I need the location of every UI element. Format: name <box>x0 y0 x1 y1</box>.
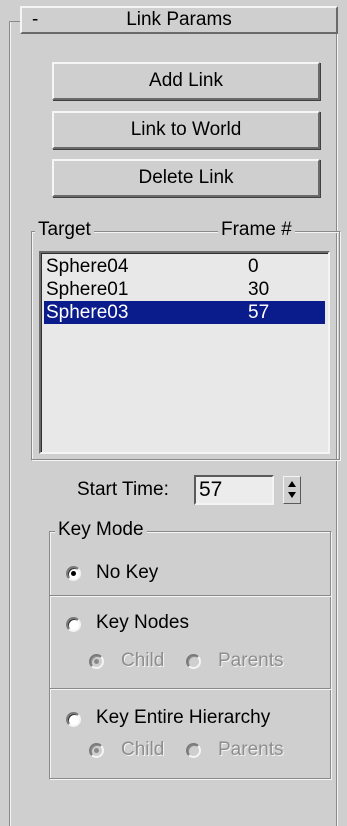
target-column-header: Target <box>35 219 94 241</box>
key-mode-title: Key Mode <box>55 519 147 541</box>
key-nodes-child-radio[interactable] <box>89 654 104 669</box>
key-mode-divider <box>50 688 331 690</box>
start-time-input[interactable]: 57 <box>194 475 274 505</box>
frame-column-header: Frame # <box>218 219 295 241</box>
radio-selected-dot <box>94 748 99 753</box>
key-nodes-parents-radio[interactable] <box>186 654 201 669</box>
link-to-world-button[interactable]: Link to World <box>52 111 320 149</box>
rollout-title: Link Params <box>126 9 232 30</box>
list-item-target: Sphere04 <box>46 256 129 277</box>
key-entire-hierarchy-radio[interactable] <box>66 712 81 727</box>
hierarchy-parents-label: Parents <box>218 739 284 760</box>
delete-link-button[interactable]: Delete Link <box>52 159 320 197</box>
radio-selected-dot <box>94 659 99 664</box>
key-nodes-parents-label: Parents <box>218 650 284 671</box>
list-item-target: Sphere01 <box>46 279 129 300</box>
key-mode-divider <box>50 595 331 597</box>
link-list[interactable]: Sphere04 0 Sphere01 30 Sphere03 57 <box>39 251 330 454</box>
hierarchy-parents-radio[interactable] <box>186 743 201 758</box>
hierarchy-child-label: Child <box>121 739 165 760</box>
list-item-selected[interactable]: Sphere03 57 <box>44 301 325 324</box>
key-nodes-child-label: Child <box>121 650 165 671</box>
spinner-up-icon <box>288 481 296 487</box>
list-item-target: Sphere03 <box>46 302 129 323</box>
list-item-frame: 57 <box>248 302 270 323</box>
rollout-border-left <box>9 22 11 826</box>
list-item-frame: 0 <box>248 256 259 277</box>
key-nodes-radio[interactable] <box>66 617 81 632</box>
add-link-button[interactable]: Add Link <box>52 62 320 100</box>
hierarchy-child-radio[interactable] <box>89 743 104 758</box>
key-entire-hierarchy-label: Key Entire Hierarchy <box>96 707 271 728</box>
start-time-label: Start Time: <box>77 479 169 500</box>
no-key-label: No Key <box>96 562 159 583</box>
key-nodes-label: Key Nodes <box>96 612 189 633</box>
rollout-header-button[interactable]: - Link Params <box>20 6 338 34</box>
spinner-down-icon <box>288 492 296 498</box>
list-item-frame: 30 <box>248 279 270 300</box>
no-key-radio[interactable] <box>66 566 81 581</box>
radio-selected-dot <box>71 571 76 576</box>
link-params-panel: - Link Params Add Link Link to World Del… <box>0 0 347 826</box>
start-time-spinner[interactable] <box>283 476 301 504</box>
list-item[interactable]: Sphere01 30 <box>44 278 325 301</box>
list-item[interactable]: Sphere04 0 <box>44 255 325 278</box>
